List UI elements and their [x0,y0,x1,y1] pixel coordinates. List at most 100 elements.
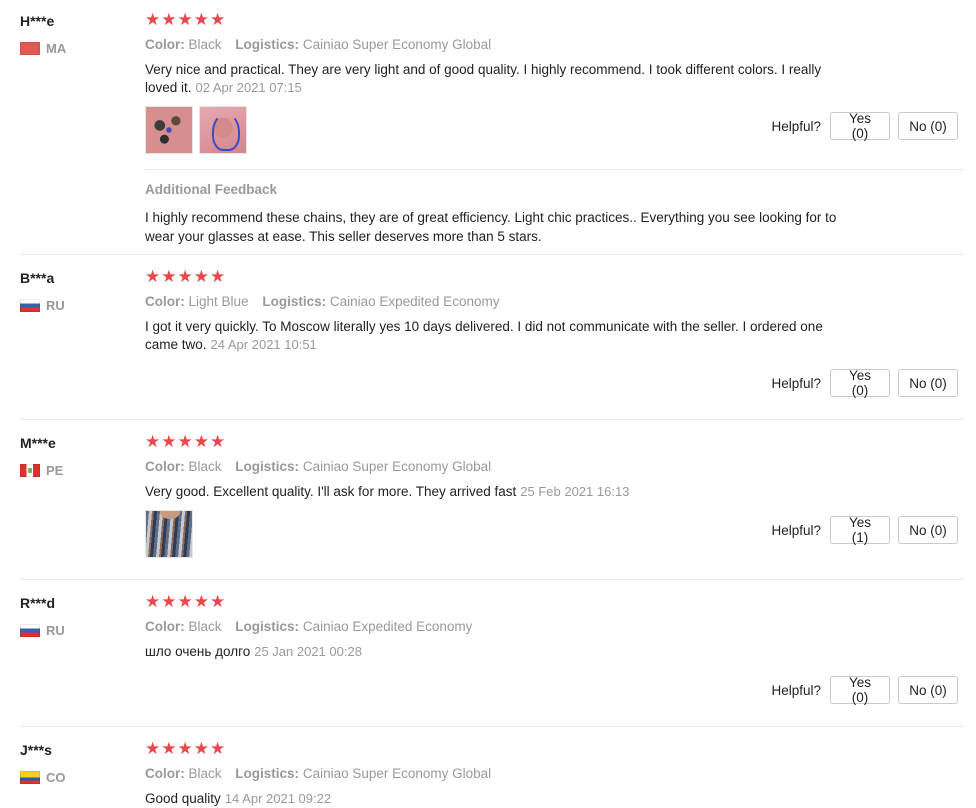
helpful-no-button[interactable]: No (0) [898,369,958,397]
color-label: Color: [145,459,185,474]
review-meta: Color: Light Blue Logistics: Cainiao Exp… [145,293,960,311]
review-text: I got it very quickly. To Moscow literal… [145,318,845,354]
helpful-vote: Helpful? Yes (0) No (0) [771,111,958,141]
additional-feedback-text: I highly recommend these chains, they ar… [145,210,837,244]
star-icon: ★ [145,10,161,29]
reviewer-name: M***e [20,435,56,451]
review-meta: Color: Black Logistics: Cainiao Super Ec… [145,36,960,54]
star-icon: ★ [193,592,209,611]
logistics-label: Logistics: [235,619,300,634]
helpful-label: Helpful? [771,118,821,134]
flag-icon [20,41,40,55]
country-code: CO [46,769,66,785]
helpful-label: Helpful? [771,375,821,391]
star-rating: ★ ★ ★ ★ ★ [145,592,960,611]
helpful-yes-button[interactable]: Yes (1) [830,515,890,545]
color-value: Black [188,37,222,52]
review-body: Very good. Excellent quality. I'll ask f… [145,484,517,499]
country-code: RU [46,622,65,638]
review-photos [145,510,193,558]
flag-icon [20,770,40,784]
star-icon: ★ [210,10,226,29]
divider [20,254,964,255]
star-rating: ★ ★ ★ ★ ★ [145,10,960,29]
logistics-label: Logistics: [235,37,300,52]
star-icon: ★ [145,592,161,611]
color-value: Black [188,459,222,474]
star-rating: ★ ★ ★ ★ ★ [145,267,960,286]
review-date: 25 Jan 2021 00:28 [254,644,362,659]
reviewer-country: CO [20,769,130,785]
review-photo-thumbnail[interactable] [199,106,247,154]
color-label: Color: [145,37,185,52]
star-icon: ★ [161,592,177,611]
star-icon: ★ [210,432,226,451]
color-value: Light Blue [188,294,249,309]
star-icon: ★ [177,432,193,451]
additional-feedback-title: Additional Feedback [145,182,278,197]
star-icon: ★ [177,592,193,611]
star-icon: ★ [161,267,177,286]
divider [20,419,964,420]
logistics-value: Cainiao Super Economy Global [302,766,492,781]
star-icon: ★ [177,10,193,29]
star-icon: ★ [210,739,226,758]
star-icon: ★ [177,739,193,758]
reviewer-name: J***s [20,742,52,758]
star-icon: ★ [161,739,177,758]
star-icon: ★ [193,267,209,286]
star-icon: ★ [193,10,209,29]
helpful-no-button[interactable]: No (0) [898,676,958,704]
helpful-yes-button[interactable]: Yes (0) [830,111,890,141]
star-icon: ★ [177,267,193,286]
logistics-label: Logistics: [262,294,327,309]
star-icon: ★ [145,739,161,758]
logistics-label: Logistics: [235,459,300,474]
reviewer-country: MA [20,40,130,56]
logistics-label: Logistics: [235,766,300,781]
divider [20,726,964,727]
color-label: Color: [145,619,185,634]
color-value: Black [188,619,222,634]
review-photo-thumbnail[interactable] [145,510,193,558]
color-label: Color: [145,766,185,781]
helpful-yes-button[interactable]: Yes (0) [830,368,890,398]
helpful-vote: Helpful? Yes (0) No (0) [771,368,958,398]
helpful-label: Helpful? [771,522,821,538]
helpful-vote: Helpful? Yes (1) No (0) [771,515,958,545]
color-label: Color: [145,294,185,309]
logistics-value: Cainiao Super Economy Global [302,459,492,474]
review-date: 25 Feb 2021 16:13 [520,484,630,499]
star-icon: ★ [210,592,226,611]
helpful-vote: Helpful? Yes (0) No (0) [771,675,958,705]
logistics-value: Cainiao Expedited Economy [329,294,500,309]
helpful-yes-button[interactable]: Yes (0) [830,675,890,705]
star-icon: ★ [193,432,209,451]
flag-icon [20,298,40,312]
divider [20,579,964,580]
review-text: Very good. Excellent quality. I'll ask f… [145,483,845,501]
flag-icon [20,623,40,637]
country-code: MA [46,40,67,56]
flag-icon [20,463,40,477]
star-rating: ★ ★ ★ ★ ★ [145,432,960,451]
review-date: 02 Apr 2021 07:15 [195,80,302,95]
helpful-no-button[interactable]: No (0) [898,112,958,140]
helpful-label: Helpful? [771,682,821,698]
logistics-value: Cainiao Expedited Economy [302,619,473,634]
helpful-no-button[interactable]: No (0) [898,516,958,544]
reviewer-name: H***e [20,13,55,29]
review-photo-thumbnail[interactable] [145,106,193,154]
color-value: Black [188,766,222,781]
review-date: 24 Apr 2021 10:51 [210,337,317,352]
star-icon: ★ [145,267,161,286]
review-meta: Color: Black Logistics: Cainiao Super Ec… [145,765,960,783]
review-body: шло очень долго [145,644,251,659]
reviewer-country: PE [20,462,130,478]
divider [145,169,964,170]
country-code: PE [46,462,64,478]
reviewer-name: R***d [20,595,56,611]
star-icon: ★ [145,432,161,451]
star-icon: ★ [161,10,177,29]
reviewer-name: B***a [20,270,55,286]
